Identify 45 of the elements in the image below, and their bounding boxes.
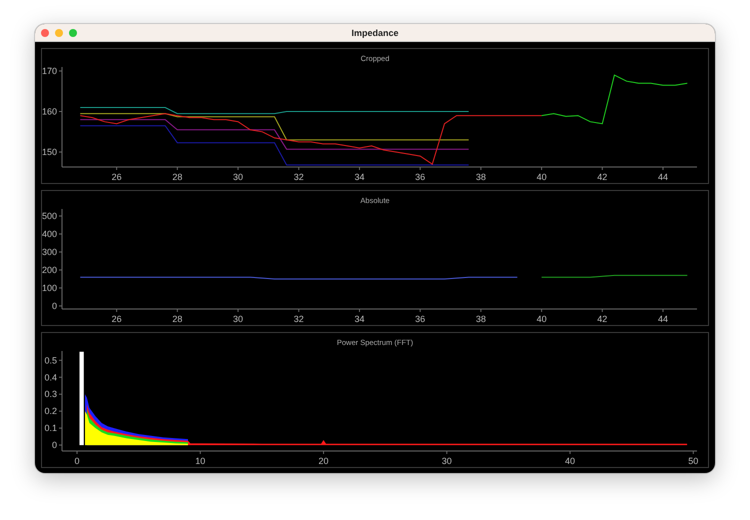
tick-label: 200 (42, 264, 57, 275)
tick-label: 150 (42, 147, 57, 158)
tick-label: 0 (74, 456, 80, 466)
tick-label: 28 (172, 172, 182, 182)
tick-label: 20 (318, 456, 329, 466)
zoom-button[interactable] (69, 28, 77, 36)
tick-label: 26 (112, 314, 122, 324)
tick-label: 500 (42, 211, 57, 222)
close-button[interactable] (41, 28, 49, 36)
tick-label: 100 (42, 282, 57, 293)
tick-label: 400 (42, 229, 57, 239)
tick-label: 40 (565, 456, 576, 466)
tick-label: 160 (42, 106, 57, 117)
tick-label: 0.2 (44, 406, 57, 416)
tick-label: 10 (195, 456, 206, 466)
tick-label: 44 (658, 172, 668, 182)
tick-label: 0.4 (44, 372, 57, 382)
tick-label: 0.5 (44, 355, 57, 366)
tick-label: 0 (52, 300, 57, 311)
tick-label: 30 (233, 172, 244, 182)
tick-label: 30 (442, 456, 452, 466)
tick-label: 38 (476, 172, 486, 182)
tick-label: 50 (688, 456, 698, 466)
tick-label: 170 (42, 67, 57, 76)
minimize-button[interactable] (55, 28, 63, 36)
tick-label: 28 (172, 314, 182, 324)
tick-label: 0.1 (44, 423, 57, 434)
tick-label: 40 (536, 314, 547, 324)
tick-label: 44 (658, 314, 668, 324)
tick-label: 36 (415, 314, 426, 324)
tick-label: 38 (476, 314, 486, 324)
tick-label: 32 (294, 314, 304, 324)
tick-label: 26 (112, 172, 122, 182)
tick-label: 0.3 (44, 389, 57, 400)
tick-label: 36 (415, 172, 426, 182)
window-title: Impedance (351, 28, 399, 38)
tick-label: 0 (52, 440, 57, 450)
tick-label: 30 (233, 314, 244, 324)
tick-label: 40 (536, 172, 547, 182)
tick-label: 32 (294, 172, 304, 182)
tick-label: 34 (354, 172, 364, 182)
tick-label: 300 (42, 246, 57, 257)
tick-label: 42 (597, 172, 608, 182)
tick-label: 34 (354, 314, 364, 324)
tick-label: 42 (597, 314, 608, 324)
